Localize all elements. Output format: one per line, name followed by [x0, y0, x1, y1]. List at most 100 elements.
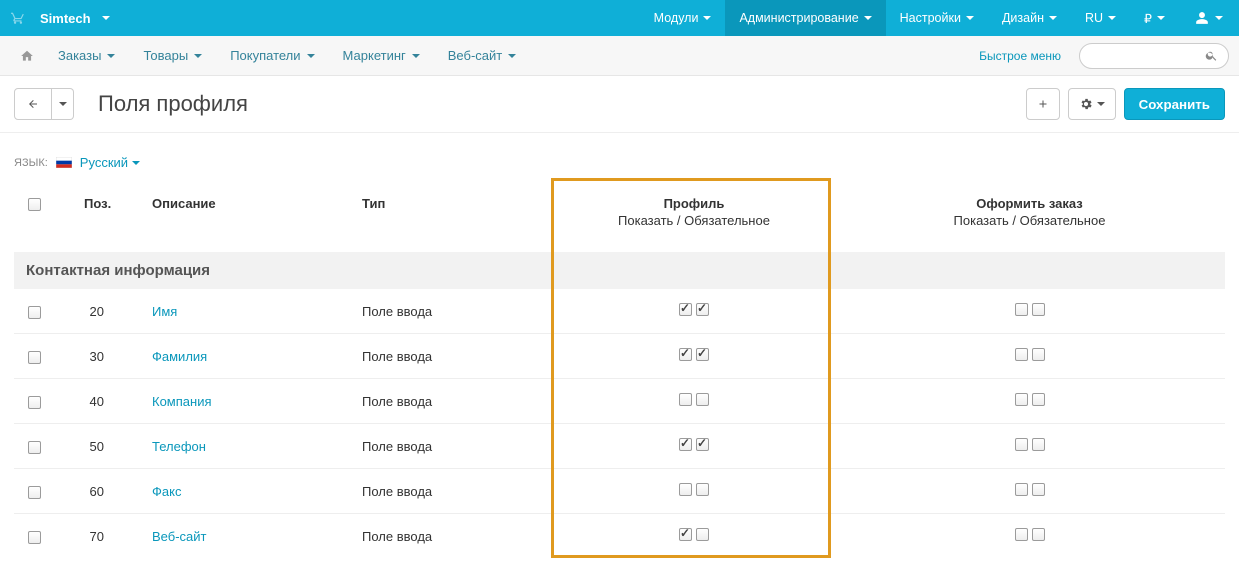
- col-header-desc: Описание: [144, 184, 354, 252]
- caret-down-icon: [508, 54, 516, 58]
- profile-required-checkbox[interactable]: [696, 438, 709, 451]
- col-header-type: Тип: [354, 184, 554, 252]
- cell-type: Поле ввода: [354, 334, 554, 379]
- cart-icon[interactable]: [0, 11, 36, 25]
- checkout-show-checkbox[interactable]: [1015, 528, 1028, 541]
- nav-settings[interactable]: Настройки: [886, 0, 988, 36]
- caret-down-icon: [1049, 16, 1057, 20]
- nav-customers[interactable]: Покупатели: [216, 36, 328, 75]
- field-link[interactable]: Веб-сайт: [152, 529, 206, 544]
- row-checkbox[interactable]: [28, 486, 41, 499]
- page-title: Поля профиля: [98, 91, 248, 117]
- profile-required-checkbox[interactable]: [696, 528, 709, 541]
- language-dropdown[interactable]: Русский: [80, 155, 140, 170]
- checkout-required-checkbox[interactable]: [1032, 438, 1045, 451]
- caret-down-icon: [1097, 102, 1105, 106]
- checkout-show-checkbox[interactable]: [1015, 483, 1028, 496]
- col-header-checkout: Оформить заказ Показать / Обязательное: [834, 184, 1225, 252]
- profile-show-checkbox[interactable]: [679, 483, 692, 496]
- caret-down-icon: [107, 54, 115, 58]
- cell-pos: 30: [54, 334, 144, 379]
- plus-icon: [1037, 98, 1049, 110]
- back-button[interactable]: [14, 88, 52, 120]
- table-row: 30 Фамилия Поле ввода: [14, 334, 1225, 379]
- back-button-group: [14, 88, 74, 120]
- section-header-row: Контактная информация: [14, 252, 1225, 289]
- table-row: 60 Факс Поле ввода: [14, 469, 1225, 514]
- row-checkbox[interactable]: [28, 396, 41, 409]
- field-link[interactable]: Фамилия: [152, 349, 207, 364]
- nav-marketing[interactable]: Маркетинг: [329, 36, 434, 75]
- cell-pos: 20: [54, 289, 144, 334]
- profile-required-checkbox[interactable]: [696, 483, 709, 496]
- profile-fields-table: Поз. Описание Тип Профиль Показать / Обя…: [14, 184, 1225, 558]
- search-input[interactable]: [1090, 49, 1205, 63]
- profile-show-checkbox[interactable]: [679, 348, 692, 361]
- checkout-required-checkbox[interactable]: [1032, 393, 1045, 406]
- caret-down-icon: [59, 102, 67, 106]
- save-button[interactable]: Сохранить: [1124, 88, 1225, 120]
- profile-show-checkbox[interactable]: [679, 393, 692, 406]
- checkout-show-checkbox[interactable]: [1015, 393, 1028, 406]
- caret-down-icon: [1157, 16, 1165, 20]
- quick-menu-link[interactable]: Быстрое меню: [967, 49, 1073, 63]
- cell-type: Поле ввода: [354, 289, 554, 334]
- caret-down-icon: [1108, 16, 1116, 20]
- table-row: 70 Веб-сайт Поле ввода: [14, 514, 1225, 559]
- settings-button[interactable]: [1068, 88, 1116, 120]
- caret-down-icon: [307, 54, 315, 58]
- checkout-show-checkbox[interactable]: [1015, 348, 1028, 361]
- select-all-checkbox[interactable]: [28, 198, 41, 211]
- profile-required-checkbox[interactable]: [696, 348, 709, 361]
- caret-down-icon: [864, 16, 872, 20]
- checkout-required-checkbox[interactable]: [1032, 528, 1045, 541]
- row-checkbox[interactable]: [28, 351, 41, 364]
- field-link[interactable]: Имя: [152, 304, 177, 319]
- home-icon[interactable]: [10, 49, 44, 63]
- nav-user[interactable]: [1179, 0, 1239, 36]
- checkout-show-checkbox[interactable]: [1015, 303, 1028, 316]
- back-dropdown-button[interactable]: [52, 88, 74, 120]
- row-checkbox[interactable]: [28, 531, 41, 544]
- field-link[interactable]: Компания: [152, 394, 212, 409]
- profile-required-checkbox[interactable]: [696, 303, 709, 316]
- search-box[interactable]: [1079, 43, 1229, 69]
- cell-type: Поле ввода: [354, 469, 554, 514]
- page-actions: Сохранить: [1026, 88, 1225, 120]
- nav-modules[interactable]: Модули: [640, 0, 726, 36]
- brand-dropdown[interactable]: Simtech: [36, 11, 120, 26]
- nav-administration[interactable]: Администрирование: [725, 0, 885, 36]
- table-row: 20 Имя Поле ввода: [14, 289, 1225, 334]
- nav-currency[interactable]: ₽: [1130, 0, 1179, 36]
- profile-show-checkbox[interactable]: [679, 528, 692, 541]
- profile-show-checkbox[interactable]: [679, 438, 692, 451]
- col-header-profile: Профиль Показать / Обязательное: [554, 184, 834, 252]
- row-checkbox[interactable]: [28, 441, 41, 454]
- profile-show-checkbox[interactable]: [679, 303, 692, 316]
- cell-pos: 60: [54, 469, 144, 514]
- nav-products[interactable]: Товары: [129, 36, 216, 75]
- cell-type: Поле ввода: [354, 424, 554, 469]
- gear-icon: [1079, 97, 1093, 111]
- row-checkbox[interactable]: [28, 306, 41, 319]
- nav-orders[interactable]: Заказы: [44, 36, 129, 75]
- checkout-required-checkbox[interactable]: [1032, 348, 1045, 361]
- caret-down-icon: [703, 16, 711, 20]
- flag-ru-icon: [56, 157, 72, 168]
- secondary-nav: Заказы Товары Покупатели Маркетинг Веб-с…: [0, 36, 1239, 76]
- checkout-required-checkbox[interactable]: [1032, 303, 1045, 316]
- col-header-pos: Поз.: [54, 184, 144, 252]
- add-button[interactable]: [1026, 88, 1060, 120]
- profile-required-checkbox[interactable]: [696, 393, 709, 406]
- caret-down-icon: [412, 54, 420, 58]
- caret-down-icon: [132, 161, 140, 165]
- nav-website[interactable]: Веб-сайт: [434, 36, 530, 75]
- checkout-required-checkbox[interactable]: [1032, 483, 1045, 496]
- checkout-show-checkbox[interactable]: [1015, 438, 1028, 451]
- nav-language[interactable]: RU: [1071, 0, 1130, 36]
- field-link[interactable]: Факс: [152, 484, 181, 499]
- nav-design[interactable]: Дизайн: [988, 0, 1071, 36]
- caret-down-icon: [1215, 16, 1223, 20]
- field-link[interactable]: Телефон: [152, 439, 206, 454]
- language-selector-row: ЯЗЫК: Русский: [0, 133, 1239, 180]
